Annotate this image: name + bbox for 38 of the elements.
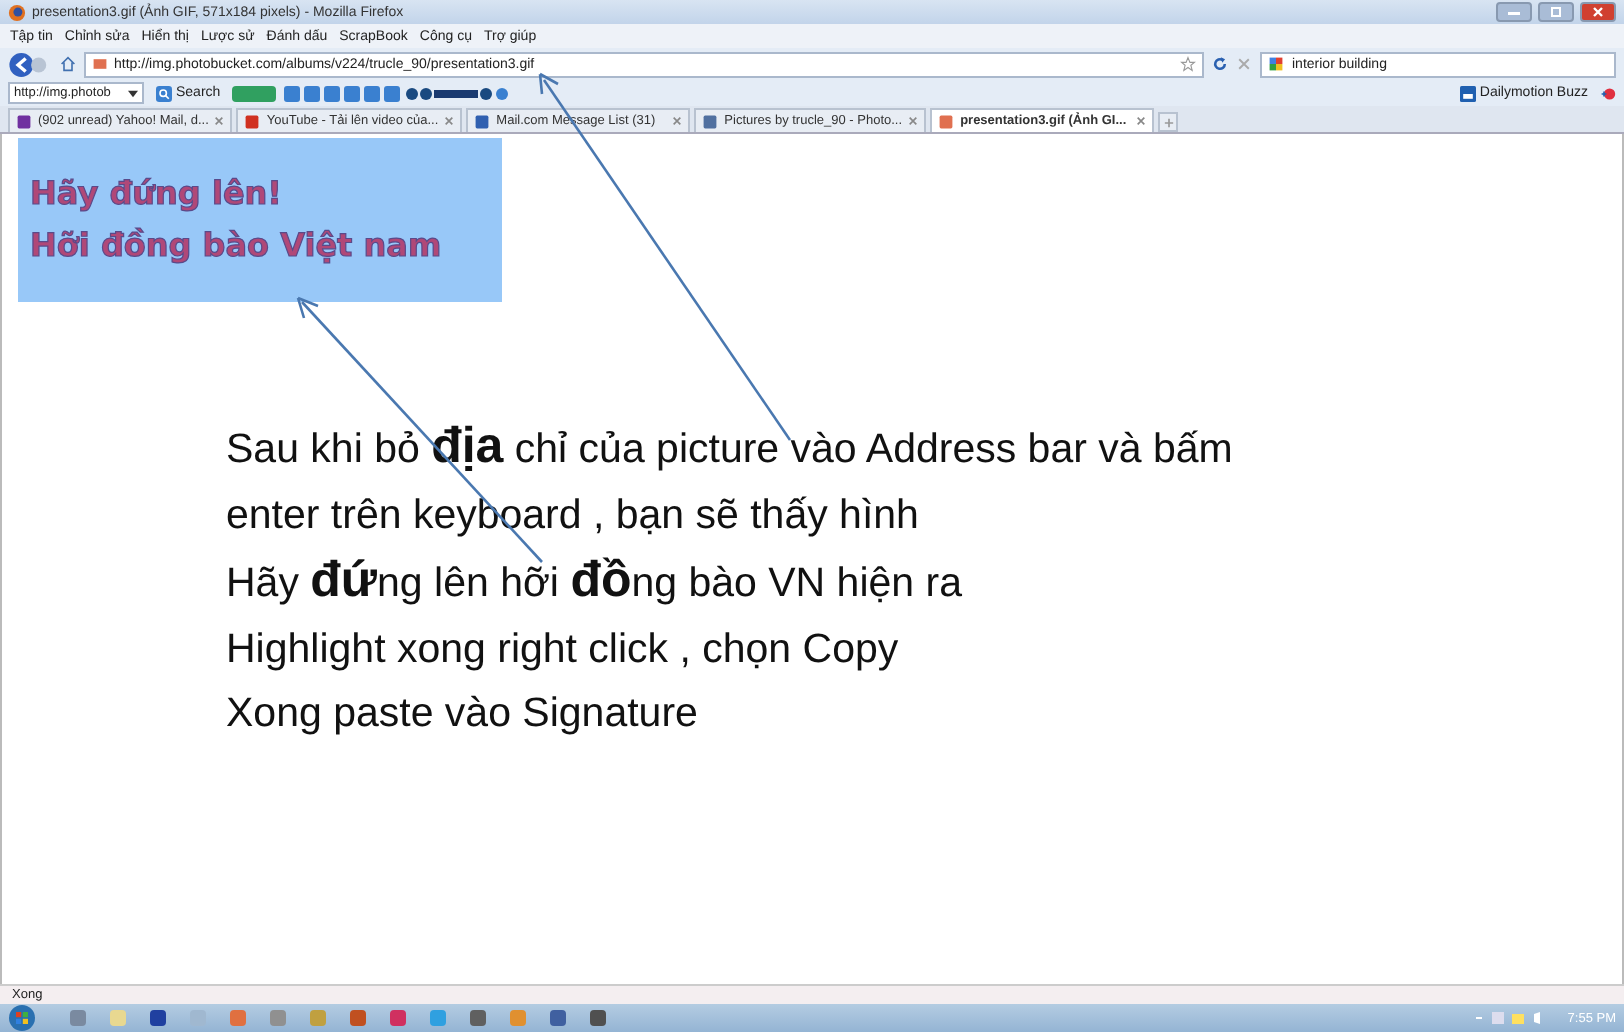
page-icon bbox=[16, 113, 32, 129]
add-icon[interactable] bbox=[1600, 85, 1616, 101]
close-icon[interactable] bbox=[1136, 116, 1147, 126]
close-button[interactable] bbox=[1580, 2, 1616, 22]
restore-button[interactable] bbox=[1538, 2, 1574, 22]
close-icon bbox=[1588, 6, 1608, 18]
annotation-text: Xong paste vào Signature bbox=[226, 688, 700, 740]
annotation-text: Hãy đứng lên hỡi đồng bào VN hiện ra bbox=[226, 550, 964, 612]
banner-text: Hãy đứng lên! bbox=[30, 172, 282, 216]
start-button[interactable] bbox=[8, 1004, 36, 1032]
minimize-button[interactable] bbox=[1496, 2, 1532, 22]
back-icon[interactable] bbox=[8, 51, 52, 77]
plus-icon bbox=[1163, 117, 1174, 127]
page-icon bbox=[244, 113, 261, 129]
close-icon[interactable] bbox=[444, 116, 455, 126]
close-icon[interactable] bbox=[214, 116, 225, 126]
page-icon bbox=[474, 113, 491, 129]
restore-icon bbox=[1546, 6, 1566, 18]
toolbar-icons-drawing[interactable] bbox=[232, 83, 513, 103]
minimize-icon bbox=[1504, 6, 1524, 18]
site-icon bbox=[92, 56, 108, 72]
stop-icon[interactable] bbox=[1236, 56, 1252, 72]
search-icon bbox=[156, 85, 172, 101]
close-icon[interactable] bbox=[908, 116, 919, 126]
browser-logo-icon bbox=[8, 3, 26, 21]
star-icon[interactable] bbox=[1180, 56, 1196, 72]
page-icon bbox=[938, 113, 955, 129]
home-icon[interactable] bbox=[60, 56, 76, 72]
bookmark-icon bbox=[1459, 85, 1476, 101]
close-icon[interactable] bbox=[672, 116, 683, 126]
caret-icon bbox=[128, 89, 138, 97]
banner-text: Hỡi đồng bào Việt nam bbox=[30, 224, 442, 268]
reload-icon[interactable] bbox=[1212, 56, 1228, 72]
new-tab-button[interactable] bbox=[1158, 112, 1179, 132]
annotation-text: Sau khi bỏ địa chỉ của picture vào Address bar và bấm bbox=[226, 416, 1233, 478]
page-icon bbox=[702, 113, 719, 129]
search-engine-icon bbox=[1268, 56, 1284, 72]
annotation-text: Highlight xong right click , chọn Copy bbox=[226, 623, 901, 675]
